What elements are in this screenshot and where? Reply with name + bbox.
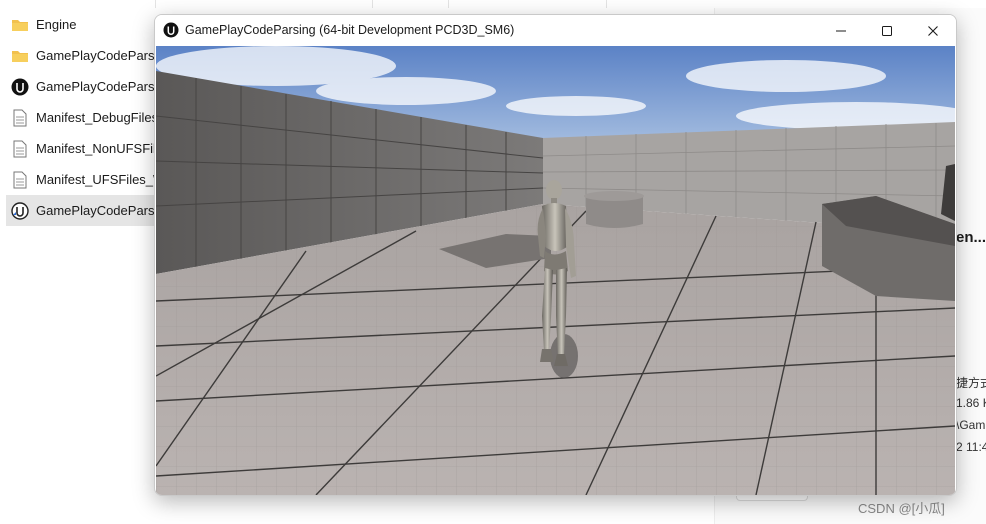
file-item-manifest-ufs[interactable]: Manifest_UFSFiles_Wir: [0, 164, 160, 195]
file-name: Manifest_UFSFiles_Wir: [36, 172, 160, 187]
file-item-manifest-debug[interactable]: Manifest_DebugFiles_: [0, 102, 160, 133]
file-name: GamePlayCodeParsing: [36, 79, 160, 94]
game-window[interactable]: GamePlayCodeParsing (64-bit Development …: [154, 14, 957, 496]
watermark: CSDN @[小瓜]: [858, 501, 945, 516]
minimize-icon: [836, 30, 846, 31]
file-item-gameplay-folder[interactable]: GamePlayCodeParsing: [0, 40, 160, 71]
maximize-button[interactable]: [864, 15, 910, 46]
file-name: Engine: [36, 17, 77, 32]
game-viewport[interactable]: [156, 46, 955, 495]
unreal-icon: [10, 77, 30, 97]
folder-icon: [10, 46, 30, 66]
file-name: GamePlayCodeParsing: [36, 203, 160, 218]
details-date: 2 11:4: [956, 440, 986, 454]
details-size: 1.86 K: [956, 396, 986, 410]
document-icon: [10, 108, 30, 128]
minimize-button[interactable]: [818, 15, 864, 46]
details-type: 捷方式: [956, 376, 986, 390]
details-file-name: en...: [956, 229, 986, 246]
file-item-gameplay-uproject[interactable]: GamePlayCodeParsing: [0, 71, 160, 102]
unreal-exe-icon: [10, 201, 30, 221]
document-icon: [10, 139, 30, 159]
file-name: Manifest_DebugFiles_: [36, 110, 160, 125]
game-scene: [156, 46, 955, 495]
file-name: Manifest_NonUFSFiles: [36, 141, 160, 156]
folder-icon: [10, 15, 30, 35]
document-icon: [10, 170, 30, 190]
window-title: GamePlayCodeParsing (64-bit Development …: [185, 23, 515, 37]
unreal-icon: [163, 22, 179, 38]
close-icon: [928, 25, 938, 36]
file-name: GamePlayCodeParsing: [36, 48, 160, 63]
file-list: Engine GamePlayCodeParsing GamePlayCodeP…: [0, 9, 160, 226]
title-bar[interactable]: GamePlayCodeParsing (64-bit Development …: [155, 15, 956, 46]
details-path: \Gam.: [956, 418, 986, 432]
file-item-gameplay-exe[interactable]: GamePlayCodeParsing: [6, 195, 160, 226]
close-button[interactable]: [910, 15, 956, 46]
explorer-header-strip: [0, 0, 986, 8]
file-item-manifest-nonufs[interactable]: Manifest_NonUFSFiles: [0, 133, 160, 164]
maximize-icon: [882, 25, 892, 36]
file-item-engine[interactable]: Engine: [0, 9, 160, 40]
